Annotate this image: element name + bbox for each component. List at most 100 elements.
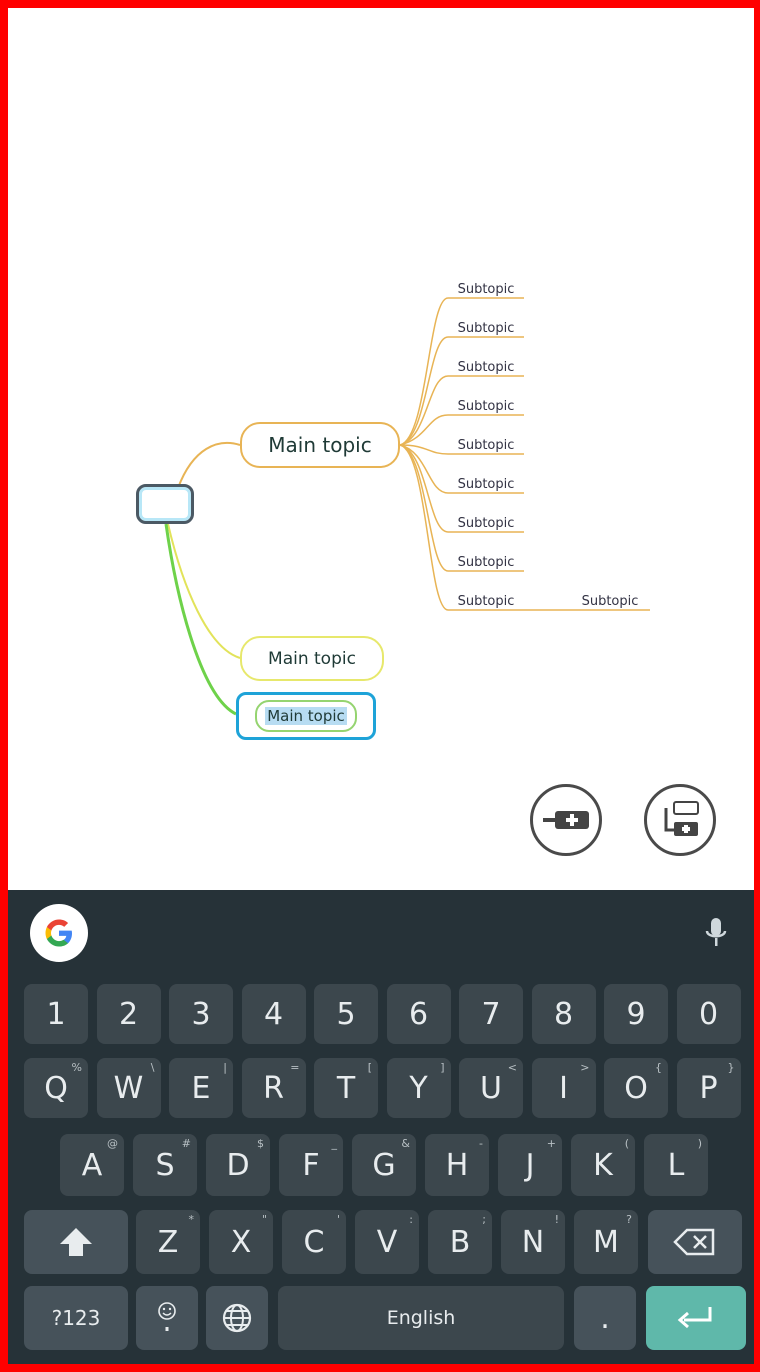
key-o[interactable]: O{ xyxy=(604,1058,668,1118)
subtopic-node[interactable]: Subtopic xyxy=(446,438,526,453)
key-c[interactable]: C ' xyxy=(282,1210,346,1274)
google-button[interactable] xyxy=(30,904,88,962)
key-i[interactable]: I > xyxy=(531,1058,596,1118)
mindmap-canvas[interactable]: Main topic Main topic Main topic Subtopi… xyxy=(8,8,754,890)
key-k[interactable]: K( xyxy=(571,1134,635,1196)
key-z[interactable]: Z * xyxy=(136,1210,200,1274)
backspace-icon xyxy=(673,1228,715,1256)
key-7[interactable]: 7 xyxy=(459,984,523,1044)
key-hint: ; xyxy=(482,1213,486,1226)
key-hint: } xyxy=(727,1061,735,1074)
key-hint: = xyxy=(290,1061,300,1074)
key-hint: : xyxy=(409,1213,413,1226)
central-topic-node[interactable] xyxy=(136,484,194,524)
key-1[interactable]: 1 xyxy=(24,984,88,1044)
shift-key[interactable] xyxy=(24,1210,128,1274)
virtual-keyboard: 1 2 3 4 5 6 7 8 9 0 Q% W \ E | R = T[Y] U < I > O{P} A @ S # D $ F _ G &… xyxy=(8,890,754,1364)
subtopic-node[interactable]: Subtopic xyxy=(446,360,526,375)
key-r[interactable]: R = xyxy=(241,1058,306,1118)
add-sibling-topic-icon xyxy=(543,811,589,829)
key-hint: ] xyxy=(440,1061,445,1074)
key-u[interactable]: U < xyxy=(459,1058,523,1118)
selected-main-topic-node[interactable]: Main topic xyxy=(236,692,376,740)
google-g-icon xyxy=(45,919,72,947)
key-8[interactable]: 8 xyxy=(531,984,596,1044)
key-x[interactable]: X " xyxy=(209,1210,273,1274)
key-b[interactable]: B; xyxy=(428,1210,492,1274)
add-child-topic-button[interactable] xyxy=(644,784,716,856)
shift-icon xyxy=(60,1228,92,1256)
key-hint: { xyxy=(655,1061,662,1074)
key-l[interactable]: L) xyxy=(644,1134,708,1196)
space-key[interactable]: English xyxy=(278,1286,564,1350)
key-hint: * xyxy=(188,1213,195,1226)
key-h[interactable]: H- xyxy=(425,1134,489,1196)
main-topic-node[interactable]: Main topic xyxy=(240,422,400,468)
enter-key[interactable] xyxy=(646,1286,746,1350)
key-p[interactable]: P} xyxy=(676,1058,741,1118)
key-j[interactable]: J + xyxy=(498,1134,562,1196)
key-n[interactable]: N! xyxy=(501,1210,565,1274)
key-hint: [ xyxy=(367,1061,372,1074)
key-2[interactable]: 2 xyxy=(96,984,161,1044)
key-hint: - xyxy=(479,1137,483,1150)
symbols-key[interactable]: ?123 xyxy=(24,1286,128,1350)
add-child-topic-icon xyxy=(664,801,699,836)
add-sibling-topic-button[interactable] xyxy=(530,784,602,856)
key-9[interactable]: 9 xyxy=(604,984,668,1044)
key-4[interactable]: 4 xyxy=(241,984,306,1044)
key-f[interactable]: F _ xyxy=(279,1134,343,1196)
key-d[interactable]: D $ xyxy=(206,1134,270,1196)
voice-input-button[interactable] xyxy=(696,910,736,956)
subtopic-node[interactable]: Subtopic xyxy=(446,282,526,297)
subtopic-node[interactable]: Subtopic xyxy=(446,555,526,570)
selected-text[interactable]: Main topic xyxy=(265,707,347,725)
main-topic-node[interactable]: Main topic xyxy=(240,636,384,681)
key-hint: \ xyxy=(150,1061,155,1074)
key-hint: % xyxy=(71,1061,82,1074)
subtopic-node[interactable]: Subtopic xyxy=(446,477,526,492)
key-hint: & xyxy=(401,1137,410,1150)
subtopic-node[interactable]: Subtopic xyxy=(446,399,526,414)
key-0[interactable]: 0 xyxy=(676,984,741,1044)
key-hint: + xyxy=(546,1137,556,1150)
key-5[interactable]: 5 xyxy=(314,984,378,1044)
key-s[interactable]: S # xyxy=(133,1134,197,1196)
key-6[interactable]: 6 xyxy=(386,984,451,1044)
subtopic-node[interactable]: Subtopic xyxy=(446,516,526,531)
backspace-key[interactable] xyxy=(648,1210,742,1274)
key-hint: " xyxy=(261,1213,267,1226)
enter-icon xyxy=(677,1307,712,1329)
emoji-icon xyxy=(158,1302,176,1331)
key-hint: ? xyxy=(626,1213,632,1226)
key-q[interactable]: Q% xyxy=(24,1058,88,1118)
key-m[interactable]: M? xyxy=(574,1210,638,1274)
key-t[interactable]: T[ xyxy=(314,1058,378,1118)
subtopic-node[interactable]: Subtopic xyxy=(446,321,526,336)
key-hint: ) xyxy=(697,1137,702,1150)
key-hint: @ xyxy=(107,1137,118,1150)
key-hint: ( xyxy=(624,1137,629,1150)
key-hint: # xyxy=(181,1137,191,1150)
key-hint: < xyxy=(507,1061,517,1074)
key-hint: ' xyxy=(336,1213,340,1226)
key-v[interactable]: V: xyxy=(355,1210,419,1274)
key-w[interactable]: W \ xyxy=(96,1058,161,1118)
key-hint: $ xyxy=(257,1137,264,1150)
key-3[interactable]: 3 xyxy=(169,984,233,1044)
emoji-key[interactable] xyxy=(136,1286,198,1350)
key-hint: > xyxy=(580,1061,590,1074)
globe-icon xyxy=(222,1303,252,1333)
key-e[interactable]: E | xyxy=(169,1058,233,1118)
key-hint: | xyxy=(223,1061,227,1074)
subtopic-node[interactable]: Subtopic xyxy=(446,594,526,609)
key-y[interactable]: Y] xyxy=(386,1058,451,1118)
period-key[interactable]: . xyxy=(574,1286,636,1350)
nested-subtopic-node[interactable]: Subtopic xyxy=(570,594,650,609)
key-a[interactable]: A @ xyxy=(60,1134,124,1196)
key-g[interactable]: G & xyxy=(352,1134,416,1196)
language-key[interactable] xyxy=(206,1286,268,1350)
microphone-icon xyxy=(705,918,727,946)
key-hint: _ xyxy=(331,1137,338,1150)
key-hint: ! xyxy=(554,1213,559,1226)
